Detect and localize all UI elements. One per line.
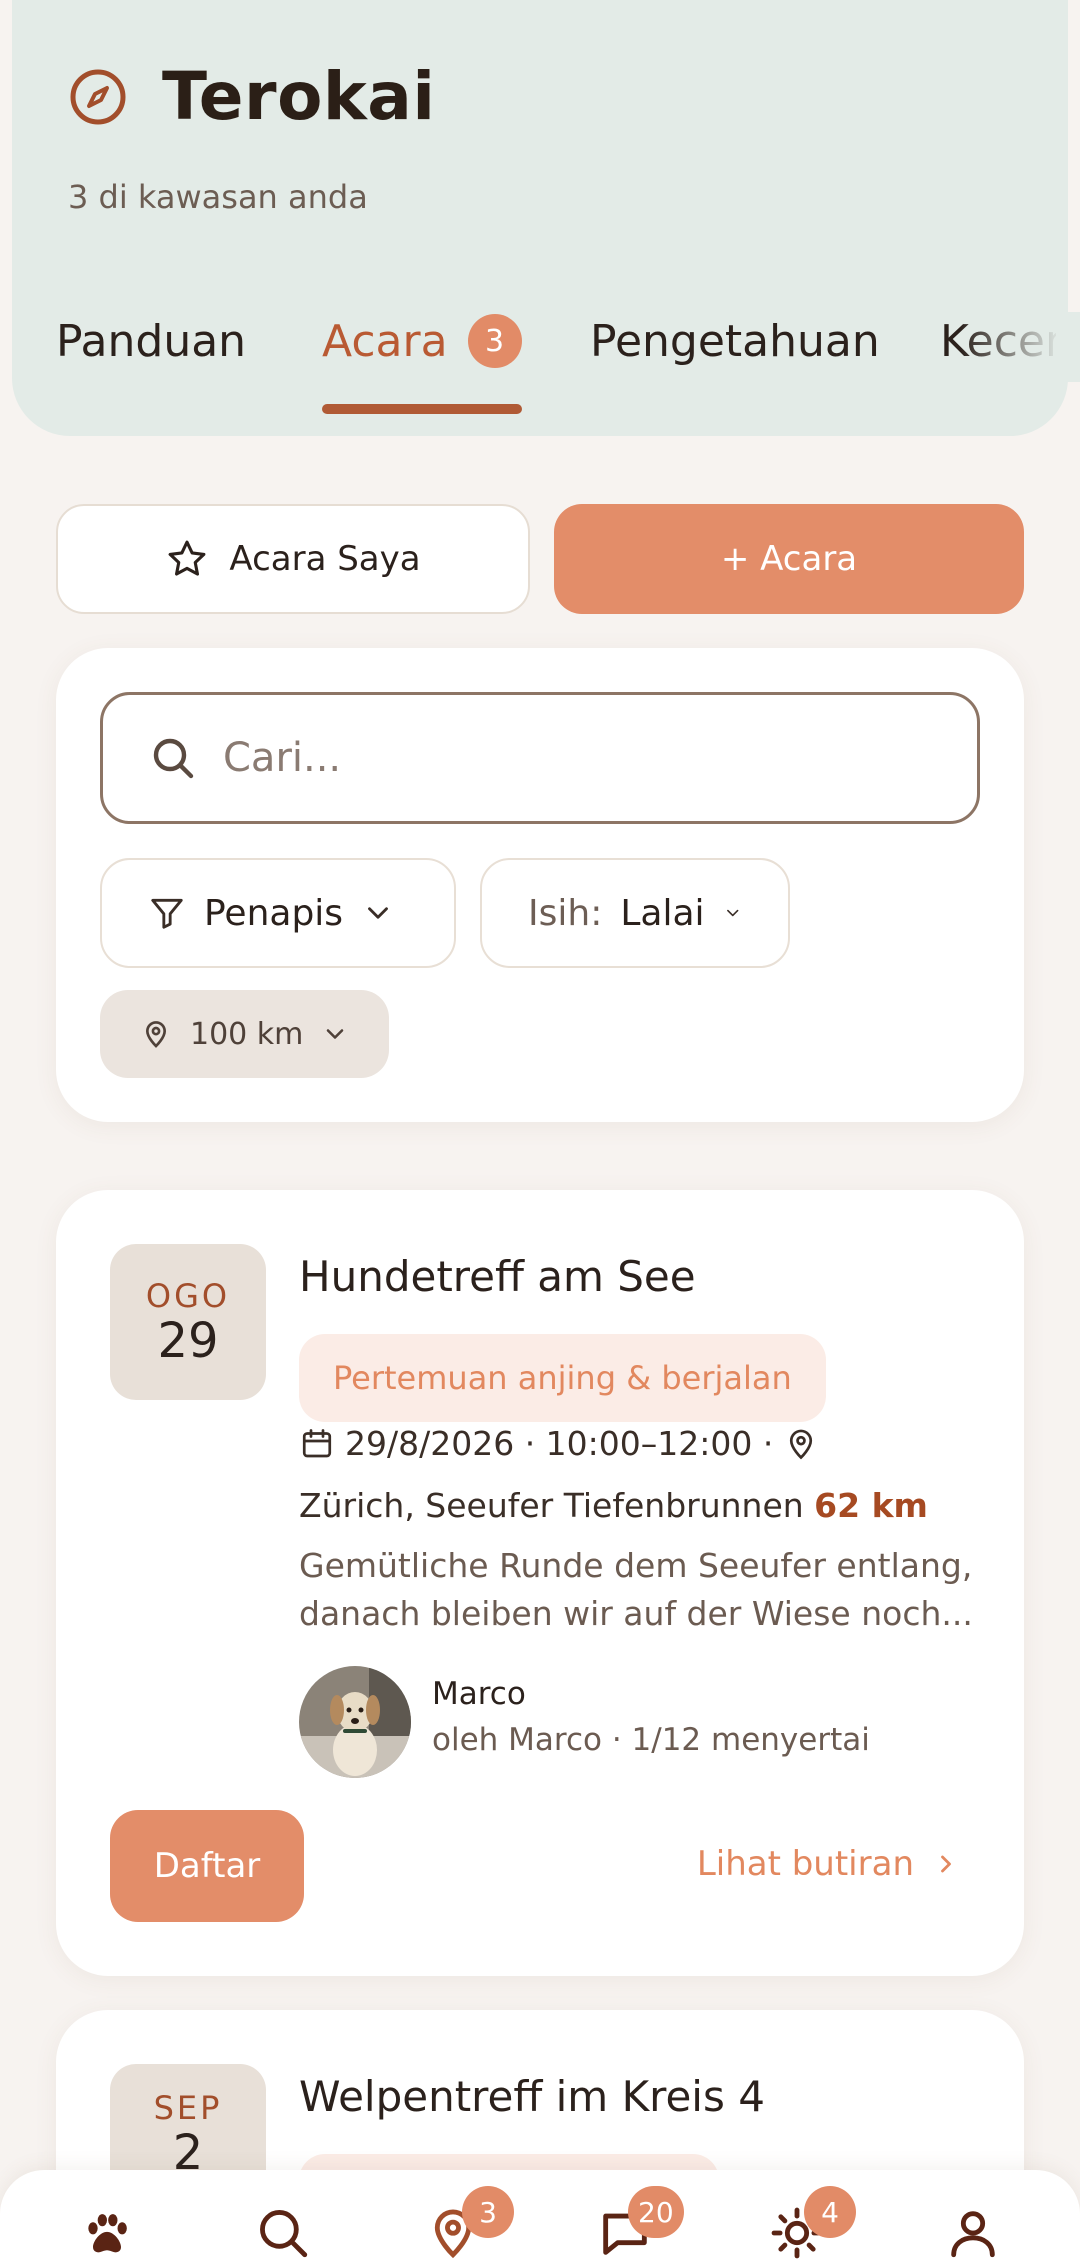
view-details-link[interactable]: Lihat butiran [697, 1844, 960, 1884]
chevron-down-icon [726, 909, 738, 917]
my-events-button[interactable]: Acara Saya [56, 504, 530, 614]
chevron-right-icon [941, 1855, 951, 1873]
host-name: Marco [432, 1676, 526, 1712]
search-placeholder: Cari... [223, 735, 342, 781]
event-category-tag: Pertemuan anjing & berjalan [299, 1334, 826, 1422]
event-description: Gemütliche Runde dem Seeufer entlang, da… [299, 1546, 973, 1633]
sort-value: Lalai [620, 892, 705, 934]
distance-value: 100 km [190, 1016, 304, 1052]
tab-count-badge: 3 [467, 314, 522, 368]
distance-dropdown[interactable]: 100 km [100, 990, 390, 1078]
page-subtitle: 3 di kawasan anda [68, 178, 368, 216]
event-location-row: Zürich, Seeufer Tiefenbrunnen 62 km [299, 1486, 928, 1525]
host-attendance: oleh Marco · 1/12 menyertai [432, 1722, 870, 1758]
tab-events[interactable]: Acara 3 [322, 312, 522, 370]
calendar-icon [302, 1428, 332, 1457]
nav-weather[interactable]: 4 [762, 2186, 856, 2268]
event-month: OGO [145, 1276, 231, 1315]
nav-search[interactable] [248, 2198, 318, 2268]
tab-label: Acara [322, 315, 448, 367]
bottom-navigation: 3 20 4 [0, 2170, 1080, 2268]
tab-bar: Panduan Acara 3 Pengetahuan Kecen [56, 312, 1056, 422]
event-title: Hundetreff am See [299, 1252, 696, 1301]
event-month: SEP [153, 2088, 223, 2127]
chevron-down-icon [368, 907, 388, 919]
event-datetime-row: 29/8/2026 · 10:00–12:00 · [299, 1424, 819, 1463]
sort-dropdown[interactable]: Isih: Lalai [480, 858, 790, 968]
search-icon [260, 2210, 308, 2258]
user-icon [951, 2211, 995, 2258]
tab-knowledge[interactable]: Pengetahuan [590, 312, 880, 370]
tab-label: Pengetahuan [590, 315, 880, 367]
search-input[interactable]: Cari... [100, 692, 980, 824]
nav-profile[interactable] [938, 2198, 1008, 2268]
nav-badge: 4 [804, 2186, 856, 2238]
active-tab-indicator [322, 404, 522, 414]
location-pin-icon [145, 1021, 167, 1048]
event-title: Welpentreff im Kreis 4 [299, 2072, 765, 2121]
nav-explore[interactable]: 3 [418, 2186, 514, 2268]
compass-icon [70, 69, 126, 124]
event-location: Zürich, Seeufer Tiefenbrunnen [299, 1486, 804, 1525]
nav-messages[interactable]: 20 [590, 2186, 684, 2268]
chevron-down-icon [327, 1029, 344, 1039]
search-icon [153, 738, 194, 779]
tab-label: Panduan [56, 315, 247, 367]
nav-badge: 3 [462, 2186, 514, 2238]
sort-prefix: Isih: [528, 892, 603, 934]
add-event-label: + Acara [720, 539, 858, 579]
event-distance: 62 km [814, 1486, 928, 1525]
dog-photo [299, 1666, 411, 1778]
funnel-icon [151, 898, 183, 929]
my-events-label: Acara Saya [229, 539, 421, 579]
location-pin-icon [790, 1429, 813, 1459]
nav-home[interactable] [72, 2198, 142, 2268]
register-label: Daftar [153, 1846, 261, 1886]
nav-badge: 20 [628, 2186, 684, 2238]
event-card[interactable]: OGO 29 Hundetreff am See Pertemuan anjin… [56, 1190, 1024, 1976]
event-date-box: OGO 29 [110, 1244, 266, 1400]
filter-label: Penapis [204, 892, 344, 934]
register-button[interactable]: Daftar [110, 1810, 304, 1922]
paw-icon [88, 2214, 127, 2253]
action-row: Acara Saya + Acara [56, 504, 1024, 614]
filter-card: Cari... Penapis Isih: Lalai 100 km [56, 648, 1024, 1122]
view-details-label: Lihat butiran [696, 1844, 914, 1884]
add-event-button[interactable]: + Acara [554, 504, 1024, 614]
event-datetime: 29/8/2026 · 10:00–12:00 · [345, 1424, 774, 1463]
tab-guides[interactable]: Panduan [56, 312, 246, 370]
title-row: Terokai [68, 58, 435, 135]
page-title: Terokai [162, 58, 436, 135]
event-day: 29 [157, 1312, 219, 1369]
host-avatar[interactable] [299, 1666, 411, 1778]
tab-scroll-fade [960, 312, 1080, 382]
filter-dropdown[interactable]: Penapis [100, 858, 456, 968]
star-icon [168, 540, 206, 576]
